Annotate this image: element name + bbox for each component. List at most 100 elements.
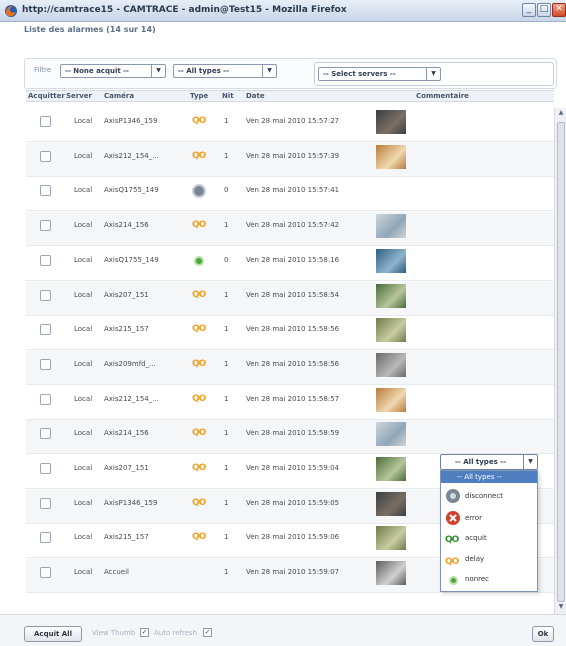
auto-refresh-checkbox[interactable]: ✓ (203, 628, 212, 637)
server-filter-select[interactable]: -- Select servers -- ▼ (318, 67, 441, 81)
filter-label: Filtre (34, 66, 52, 74)
acquit-checkbox[interactable] (40, 358, 51, 370)
dropdown-option-disconnect[interactable]: disconnect (465, 492, 503, 500)
camera-thumbnail[interactable] (376, 387, 406, 412)
acquit-checkbox[interactable] (40, 567, 51, 579)
date-cell: Ven 28 mai 2010 15:59:04 (246, 464, 340, 472)
acquit-checkbox[interactable] (40, 150, 51, 162)
date-cell: Ven 28 mai 2010 15:58:56 (246, 359, 340, 368)
camera-thumbnail[interactable] (376, 352, 406, 377)
scrollbar-thumb[interactable] (557, 122, 565, 602)
server-cell: Local (74, 325, 93, 334)
acquit-checkbox[interactable] (40, 116, 51, 127)
camera-thumbnail[interactable] (376, 283, 406, 308)
nit-cell: 1 (224, 359, 229, 368)
camera-thumbnail[interactable] (376, 144, 406, 169)
table-row[interactable]: Local AxisQ1755_149 0 Ven 28 mai 2010 15:58… (26, 247, 554, 281)
maximize-button[interactable]: □ (537, 3, 551, 17)
acquit-checkbox[interactable] (40, 185, 51, 197)
ack-filter-select[interactable]: -- None acquit -- ▼ (60, 64, 166, 78)
close-button[interactable]: ✕ (552, 3, 566, 17)
scroll-down-icon[interactable]: ▼ (556, 603, 566, 613)
nit-cell: 1 (224, 325, 229, 334)
nit-cell: 1 (224, 290, 229, 299)
nit-cell: 1 (224, 117, 229, 125)
server-cell: Local (74, 290, 93, 299)
date-cell: Ven 28 mai 2010 15:57:39 (246, 151, 340, 160)
table-row[interactable]: Local Axis212_154_... 1 Ven 28 mai 2010 15:… (26, 386, 554, 420)
ack-filter-value: -- None acquit -- (65, 67, 129, 75)
camera-thumbnail[interactable] (376, 457, 406, 481)
camera-thumbnail[interactable] (376, 422, 406, 447)
nonrec-icon (449, 576, 458, 585)
date-cell: Ven 28 mai 2010 15:59:05 (246, 498, 340, 507)
acquit-checkbox[interactable] (40, 254, 51, 266)
disconnect-type-icon (192, 184, 206, 199)
camera-thumbnail[interactable] (376, 561, 406, 586)
camera-thumbnail[interactable] (376, 526, 406, 551)
col-comment[interactable]: Commentaire (416, 92, 469, 100)
col-server[interactable]: Server (66, 92, 92, 100)
col-type[interactable]: Type (190, 92, 208, 100)
col-acquitter[interactable]: Acquitter (28, 92, 65, 100)
dropdown-option-delay[interactable]: delay (465, 555, 484, 563)
dropdown-option-acquit[interactable]: acquit (465, 534, 487, 542)
nit-cell: 1 (224, 568, 229, 577)
acquit-checkbox[interactable] (40, 463, 51, 474)
col-nit[interactable]: Nit (222, 92, 234, 100)
acquit-checkbox[interactable] (40, 497, 51, 509)
camera-cell: Axis209mfd_... (104, 359, 156, 368)
table-row[interactable]: Local AxisP1346_159 1 Ven 28 mai 2010 15:57… (26, 108, 554, 142)
table-row[interactable]: Local Axis212_154_... 1 Ven 28 mai 2010 15:… (26, 142, 554, 177)
table-row[interactable]: Local Axis209mfd_... 1 Ven 28 mai 2010 15:5… (26, 350, 554, 385)
minimize-button[interactable]: _ (522, 3, 536, 17)
table-scrollbar[interactable]: ▲ ▼ (554, 108, 566, 614)
type-filter-select[interactable]: -- All types -- ▼ (173, 64, 277, 78)
view-thumb-checkbox[interactable]: ✓ (140, 628, 149, 637)
dropdown-option-error[interactable]: error (465, 514, 482, 522)
camera-thumbnail[interactable] (376, 491, 406, 516)
server-cell: Local (74, 117, 93, 125)
date-cell: Ven 28 mai 2010 15:58:59 (246, 429, 340, 438)
acquit-type-icon: QO (192, 428, 206, 439)
delay-icon: QO (445, 557, 459, 567)
acquit-checkbox[interactable] (40, 220, 51, 232)
row-type-select[interactable]: -- All types -- ▼ (440, 454, 538, 470)
chevron-down-icon: ▼ (523, 455, 537, 469)
table-row[interactable]: Local Axis207_151 1 Ven 28 mai 2010 15:58:5… (26, 281, 554, 316)
camera-thumbnail[interactable] (376, 318, 406, 343)
col-date[interactable]: Date (246, 92, 265, 100)
acquit-type-icon: QO (192, 289, 206, 300)
acquit-checkbox[interactable] (40, 324, 51, 336)
acquit-checkbox[interactable] (40, 393, 51, 405)
acquit-type-icon: QO (192, 497, 206, 508)
camera-thumbnail[interactable] (376, 214, 406, 239)
dropdown-option-nonrec[interactable]: nonrec (465, 575, 489, 583)
table-row[interactable]: Local Axis214_156 1 Ven 28 mai 2010 15:58:5… (26, 420, 554, 455)
nit-cell: 0 (224, 186, 229, 195)
table-row[interactable]: Local Axis215_157 1 Ven 28 mai 2010 15:58:5… (26, 316, 554, 351)
nit-cell: 1 (224, 498, 229, 507)
page-title: Liste des alarmes (14 sur 14) (24, 25, 156, 34)
acquit-checkbox[interactable] (40, 532, 51, 544)
nit-cell: 1 (224, 151, 229, 160)
date-cell: Ven 28 mai 2010 15:57:42 (246, 221, 340, 230)
date-cell: Ven 28 mai 2010 15:58:54 (246, 290, 340, 299)
camera-thumbnail[interactable] (376, 248, 406, 273)
dropdown-option-all[interactable]: -- All types -- (441, 471, 537, 483)
ok-button[interactable]: Ok (532, 626, 554, 642)
camera-cell: Axis212_154_... (104, 394, 159, 403)
window-titlebar: http://camtrace15 - CAMTRACE - admin@Tes… (0, 0, 566, 22)
table-row[interactable]: Local Axis214_156 1 Ven 28 mai 2010 15:57:4… (26, 212, 554, 247)
acquit-type-icon: QO (192, 532, 206, 543)
acquit-checkbox[interactable] (40, 428, 51, 440)
col-camera[interactable]: Caméra (104, 92, 134, 100)
camera-thumbnail[interactable] (376, 110, 406, 134)
table-row[interactable]: Local AxisQ1755_149 0 Ven 28 mai 2010 15:57… (26, 177, 554, 212)
row-type-select-value: -- All types -- (455, 458, 506, 466)
acquit-checkbox[interactable] (40, 289, 51, 301)
scroll-up-icon[interactable]: ▲ (556, 109, 566, 119)
acquit-all-button[interactable]: Acquit All (24, 626, 82, 642)
date-cell: Ven 28 mai 2010 15:58:57 (246, 394, 340, 403)
camera-cell: Axis207_151 (104, 290, 149, 299)
